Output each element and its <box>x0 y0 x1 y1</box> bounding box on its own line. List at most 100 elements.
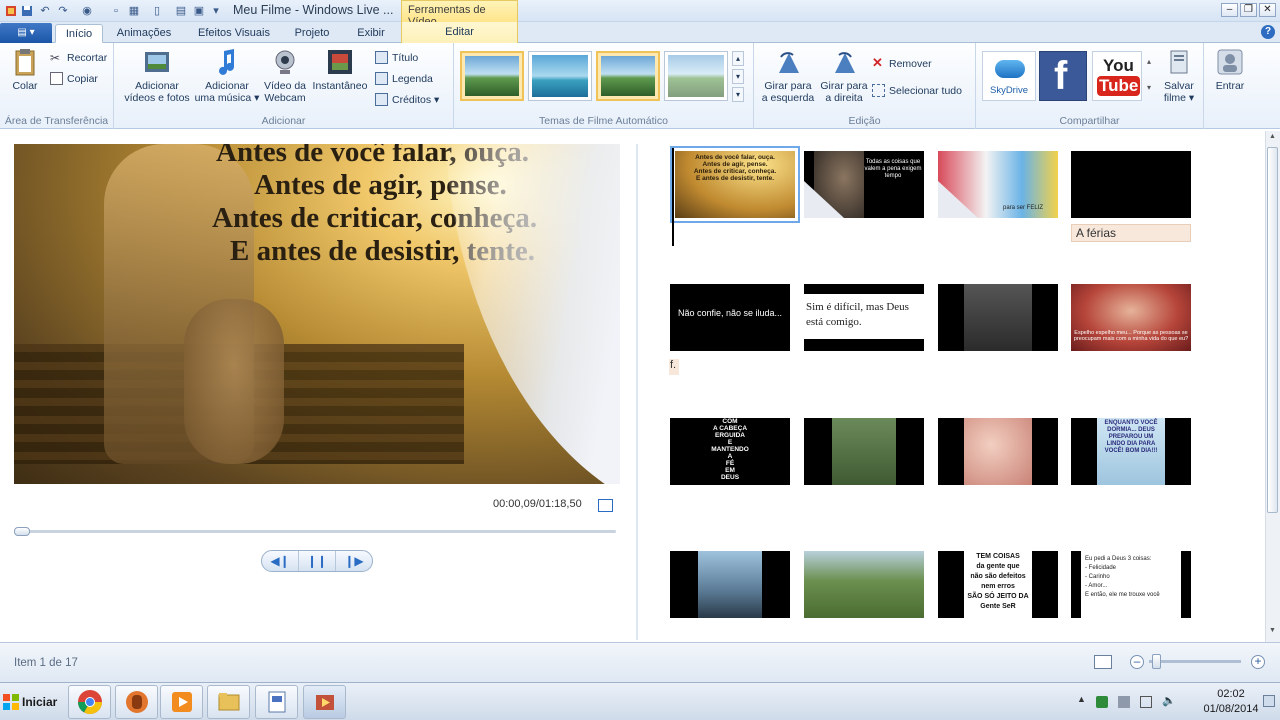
globe-icon[interactable]: ◉ <box>80 3 94 18</box>
storyboard-clip-15[interactable]: TEM COISAS da gente que não são defeitos ne… <box>938 551 1058 618</box>
previous-frame-button[interactable]: ◀❙ <box>262 551 299 571</box>
rotate-right-button[interactable]: Girar para a direita <box>816 47 872 104</box>
theme-fade[interactable] <box>596 51 660 101</box>
paste-button[interactable]: Colar <box>6 47 44 92</box>
skydrive-button[interactable]: SkyDrive <box>982 51 1036 101</box>
tab-editar[interactable]: Editar <box>401 22 518 43</box>
maximize-button[interactable]: ❐ <box>1240 3 1257 17</box>
storyboard-clip-6[interactable]: Sim é difícil, mas Deus está comigo. <box>804 284 924 351</box>
storyboard-clip-5[interactable]: Não confie, não se iluda... <box>670 284 790 351</box>
storyboard-clip-7[interactable] <box>938 284 1058 351</box>
add-videos-photos-button[interactable]: Adicionar vídeos e fotos <box>122 47 192 104</box>
title-button[interactable]: Título <box>375 51 418 64</box>
copy-button[interactable]: Copiar <box>50 72 98 85</box>
snapshot-button[interactable]: Instantâneo <box>310 47 370 92</box>
theme-contemporary[interactable] <box>460 51 524 101</box>
zoom-slider-track[interactable] <box>1149 660 1241 663</box>
webcam-video-button[interactable]: Vídeo da Webcam <box>260 47 310 104</box>
select-all-button[interactable]: Selecionar tudo <box>872 84 962 97</box>
share-scroll-down[interactable]: ▾ <box>1144 77 1154 101</box>
credits-button[interactable]: Créditos ▾ <box>375 93 439 106</box>
themes-more[interactable]: ▾ <box>732 87 744 102</box>
show-desktop-button[interactable] <box>1263 695 1275 707</box>
storyboard-clip-4[interactable] <box>1071 151 1191 218</box>
tab-exibir[interactable]: Exibir <box>345 24 397 43</box>
document-taskbar-button[interactable] <box>255 685 298 719</box>
pane-splitter[interactable] <box>636 144 638 640</box>
storyboard-clip-11[interactable] <box>938 418 1058 485</box>
video-preview[interactable]: Antes de você falar, ouça. Antes de agir… <box>14 144 620 484</box>
seek-thumb[interactable] <box>14 527 30 536</box>
close-button[interactable]: ✕ <box>1259 3 1276 17</box>
tray-flag-icon[interactable] <box>1140 696 1152 708</box>
theme-cinematic[interactable] <box>528 51 592 101</box>
storyboard-clip-13[interactable] <box>670 551 790 618</box>
tray-expand-icon[interactable]: ▲ <box>1077 694 1086 704</box>
cut-button[interactable]: ✂ Recortar <box>50 51 107 65</box>
scroll-up-arrow[interactable]: ▲ <box>1267 133 1278 144</box>
app-menu-button[interactable]: ▤ ▾ <box>0 23 52 43</box>
chrome-taskbar-button[interactable] <box>68 685 111 719</box>
storyboard-clip-1[interactable]: Antes de você falar, ouça. Antes de agir… <box>670 146 800 223</box>
undo-icon[interactable]: ↶ <box>38 3 52 18</box>
storyboard-clip-2[interactable]: Todas as coisas que valem a pena exigem … <box>804 151 924 218</box>
zoom-in-button[interactable]: + <box>1251 655 1265 669</box>
themes-scroll-up[interactable]: ▴ <box>732 51 744 66</box>
pause-button[interactable]: ❙❙ <box>299 551 336 571</box>
fullscreen-icon[interactable] <box>598 499 613 512</box>
tray-volume-icon[interactable]: 🔈 <box>1162 696 1176 708</box>
youtube-button[interactable]: You Tube <box>1092 51 1142 101</box>
copy-icon <box>50 72 63 85</box>
tab-inicio[interactable]: Início <box>55 24 103 43</box>
storyboard-clip-8[interactable]: Espelho espelho meu... Porque as pessoas… <box>1071 284 1191 351</box>
grid-icon[interactable]: ▦ <box>126 3 142 18</box>
new-project-icon[interactable]: ▫ <box>110 3 122 18</box>
system-clock[interactable]: 02:02 01/08/2014 <box>1196 687 1266 717</box>
storyboard-clip-16[interactable]: Eu pedi a Deus 3 coisas: - Felicidade - Ca… <box>1071 551 1191 618</box>
minimize-button[interactable]: – <box>1221 3 1238 17</box>
caption-ferias[interactable]: A férias <box>1071 224 1191 242</box>
zoom-out-button[interactable]: – <box>1130 655 1144 669</box>
thumbnail-size-icon[interactable] <box>1094 655 1112 669</box>
image-icon[interactable]: ▣ <box>192 3 206 18</box>
app-hand-taskbar-button[interactable] <box>115 685 158 719</box>
storyboard-clip-10[interactable] <box>804 418 924 485</box>
scroll-down-arrow[interactable]: ▼ <box>1267 627 1278 638</box>
tray-device-icon[interactable] <box>1118 696 1130 708</box>
zoom-slider-thumb[interactable] <box>1152 654 1161 669</box>
tab-efeitos-visuais[interactable]: Efeitos Visuais <box>190 24 278 43</box>
add-music-button[interactable]: Adicionar uma música ▾ <box>194 47 260 104</box>
storyboard-clip-9[interactable]: COM A CABEÇA ERGUIDA E MANTENDO A FÉ EM DEUS <box>670 418 790 485</box>
media-player-taskbar-button[interactable] <box>160 685 203 719</box>
storyboard-clip-14[interactable] <box>804 551 924 618</box>
title-icon <box>375 51 388 64</box>
next-frame-button[interactable]: ❙▶ <box>336 551 372 571</box>
themes-scroll-down[interactable]: ▾ <box>732 69 744 84</box>
folder-icon[interactable]: ▤ <box>174 3 188 18</box>
remove-button[interactable]: ✕ Remover <box>872 56 932 70</box>
share-scroll-up[interactable]: ▴ <box>1144 51 1154 75</box>
redo-icon[interactable]: ↷ <box>56 3 70 18</box>
quick-access-dropdown-icon[interactable]: ▾ <box>210 3 222 18</box>
theme-pan-zoom[interactable] <box>664 51 728 101</box>
help-icon[interactable]: ? <box>1261 25 1275 39</box>
start-button[interactable]: Iniciar <box>2 687 58 717</box>
facebook-button[interactable]: f <box>1039 51 1087 101</box>
tray-security-icon[interactable] <box>1096 696 1108 708</box>
tab-animacoes[interactable]: Animações <box>108 24 180 43</box>
storyboard-clip-3[interactable]: para ser FELIZ <box>938 151 1058 218</box>
storyboard-clip-12[interactable]: ENQUANTO VOCÊ DORMIA... DEUS PREPAROU UM… <box>1071 418 1191 485</box>
seek-bar[interactable] <box>14 530 616 533</box>
rotate-left-button[interactable]: Girar para a esquerda <box>760 47 816 104</box>
caption-button[interactable]: Legenda <box>375 72 433 85</box>
document-icon[interactable]: ▯ <box>150 3 164 18</box>
storyboard-playhead[interactable] <box>672 148 674 246</box>
signin-button[interactable]: Entrar <box>1210 47 1250 92</box>
tab-projeto[interactable]: Projeto <box>287 24 337 43</box>
explorer-taskbar-button[interactable] <box>207 685 250 719</box>
storyboard-scroll-thumb[interactable] <box>1267 147 1278 513</box>
movie-maker-taskbar-button[interactable] <box>303 685 346 719</box>
save-icon[interactable] <box>20 3 34 18</box>
caption-f[interactable]: f. <box>669 359 679 375</box>
save-movie-button[interactable]: Salvar filme ▾ <box>1156 47 1202 104</box>
